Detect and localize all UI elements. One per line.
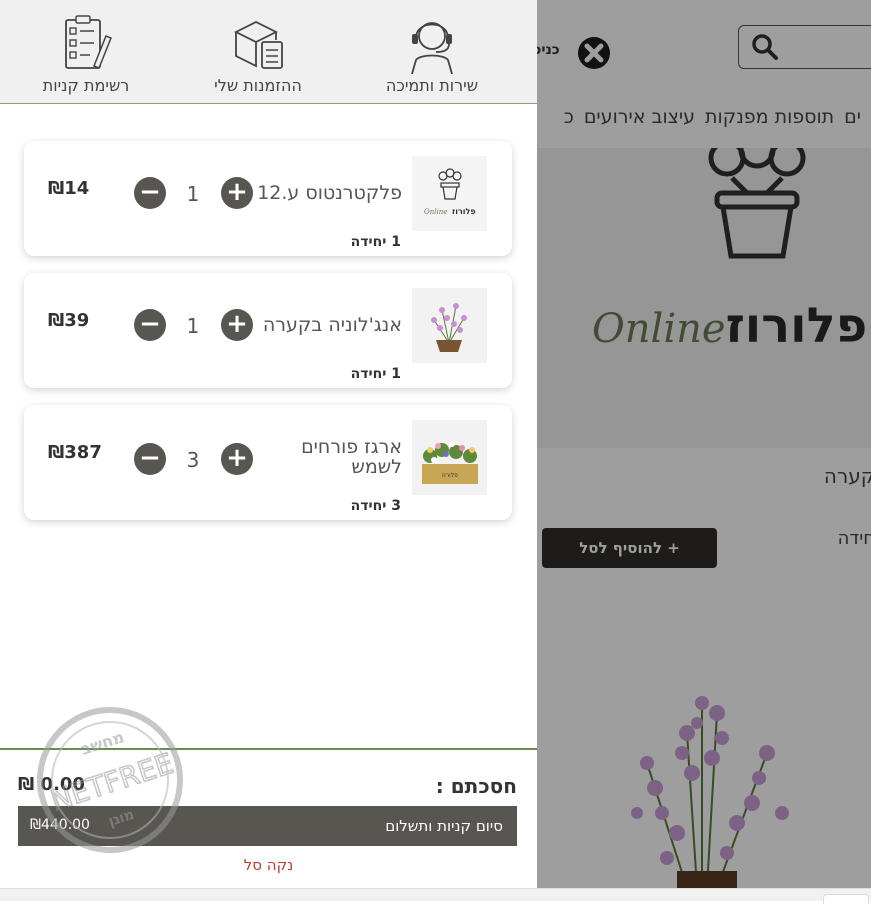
cart-panel-header: שירות ותמיכה ההזמנות שלי רשימת קניות: [0, 0, 537, 104]
box-clipboard-icon: [233, 20, 283, 69]
checkout-label: סיום קניות ותשלום: [385, 817, 503, 835]
cart-item-price: ₪14: [48, 178, 90, 199]
savings-label: חסכתם :: [435, 774, 517, 798]
svg-text:Online: Online: [424, 208, 447, 216]
cart-panel: שירות ותמיכה ההזמנות שלי רשימת קניות Onl…: [0, 0, 537, 888]
plus-icon: +: [226, 309, 248, 339]
plus-icon: +: [226, 177, 248, 207]
headset-agent-icon: [411, 22, 453, 74]
cart-item-qty: 1: [186, 314, 200, 338]
shopping-list-link[interactable]: רשימת קניות: [36, 14, 136, 95]
decrease-qty-button[interactable]: −: [134, 177, 166, 209]
cart-item-image: פלורוז: [412, 420, 487, 495]
flower-pot-logo-thumb: Online פלורוז: [412, 156, 487, 231]
cart-item-units: 1 יחידה: [350, 366, 401, 382]
my-orders-label: ההזמנות שלי: [214, 76, 302, 95]
increase-qty-button[interactable]: +: [221, 309, 253, 341]
my-orders-link[interactable]: ההזמנות שלי: [208, 14, 308, 95]
cart-item-image: Online פלורוז: [412, 156, 487, 231]
savings-value: ₪ 0.00: [18, 774, 85, 795]
corner-tab: [823, 894, 869, 904]
clear-cart-link[interactable]: נקה סל: [0, 856, 537, 874]
cart-item-qty: 1: [186, 182, 200, 206]
cart-item-name: פלקטרנטוס ע.12: [257, 182, 402, 204]
cart-item-price: ₪39: [48, 310, 90, 331]
increase-qty-button[interactable]: +: [221, 443, 253, 475]
minus-icon: −: [139, 177, 161, 207]
flower-crate-thumb: פלורוז: [412, 420, 487, 495]
cart-item-name: ארגז פורחים לשמש: [301, 436, 402, 478]
decrease-qty-button[interactable]: −: [134, 309, 166, 341]
cart-item-units: 3 יחידה: [350, 498, 401, 514]
angelonia-bowl-thumb: [412, 288, 487, 363]
cart-summary: חסכתם : ₪ 0.00 סיום קניות ותשלום ₪440.00…: [0, 748, 537, 888]
cart-item-image: [412, 288, 487, 363]
cart-item-price: ₪387: [48, 442, 102, 463]
cart-item: Online פלורוז פלקטרנטוס ע.12 + 1 − ₪14 1…: [24, 141, 512, 256]
svg-text:פלורוז: פלורוז: [442, 472, 458, 479]
minus-icon: −: [139, 443, 161, 473]
support-label: שירות ותמיכה: [385, 76, 479, 95]
decrease-qty-button[interactable]: −: [134, 443, 166, 475]
shopping-list-label: רשימת קניות: [42, 76, 130, 95]
checkout-amount: ₪440.00: [30, 817, 90, 833]
cart-item-name: אנג'לוניה בקערה: [262, 314, 402, 336]
svg-text:פלורוז: פלורוז: [452, 207, 476, 216]
cart-item-qty: 3: [186, 448, 200, 472]
increase-qty-button[interactable]: +: [221, 177, 253, 209]
checkout-button[interactable]: סיום קניות ותשלום ₪440.00: [18, 806, 517, 846]
minus-icon: −: [139, 309, 161, 339]
support-link[interactable]: שירות ותמיכה: [382, 14, 482, 95]
checklist-pencil-icon: [65, 15, 112, 69]
bottom-scroll-strip: [0, 888, 871, 904]
cart-item-units: 1 יחידה: [350, 234, 401, 250]
plus-icon: +: [226, 443, 248, 473]
cart-item: אנג'לוניה בקערה + 1 − ₪39 1 יחידה: [24, 273, 512, 388]
cart-item: פלורוז ארגז פורחים לשמש + 3 − ₪387 3 יחי…: [24, 405, 512, 520]
